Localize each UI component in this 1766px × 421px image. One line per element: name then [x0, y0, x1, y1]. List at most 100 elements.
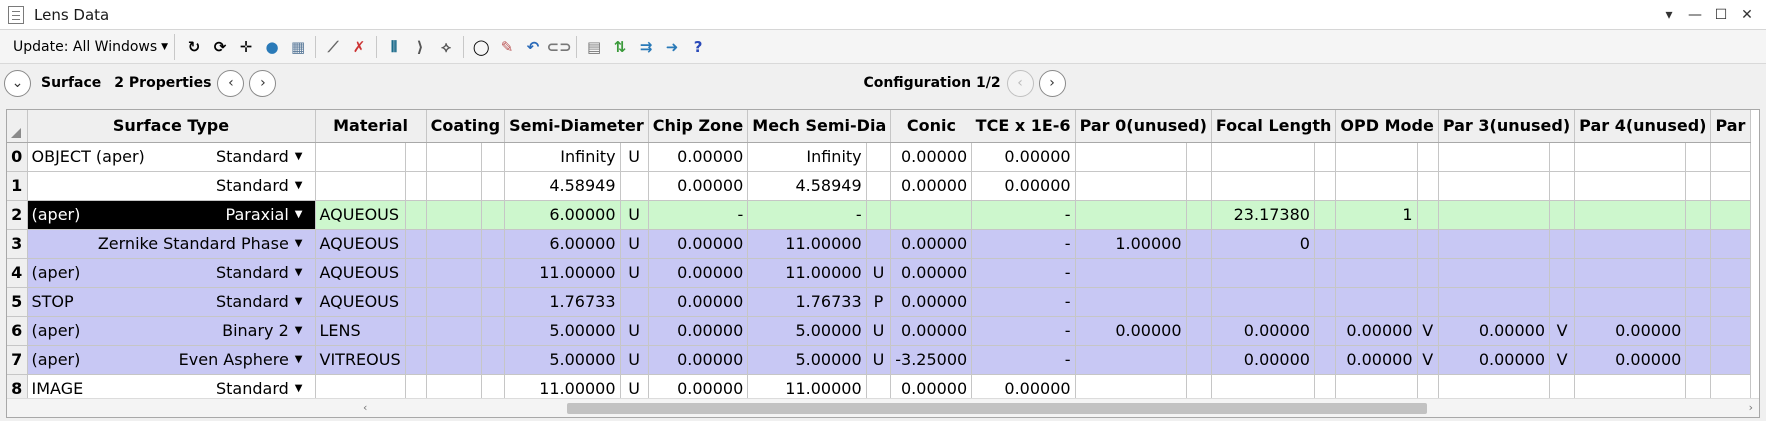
- aperture-icon[interactable]: ◯: [470, 36, 492, 58]
- col-chip-zone[interactable]: Chip Zone: [648, 110, 749, 143]
- solve-cell[interactable]: [1186, 171, 1212, 201]
- cell-p2[interactable]: [1335, 258, 1418, 288]
- solve-cell[interactable]: [1186, 316, 1212, 346]
- cell-mech-f[interactable]: U: [866, 316, 892, 346]
- table-row[interactable]: 7 (aper) Even Asphere ▼ VITREOUS 5.00000 U 0.00…: [7, 345, 1752, 375]
- cell-material[interactable]: [315, 142, 406, 172]
- cell-material[interactable]: LENS: [315, 316, 406, 346]
- solve-cell[interactable]: [426, 171, 482, 201]
- surface-type-value[interactable]: Binary 2: [222, 321, 289, 340]
- collapse-button[interactable]: ⌄: [4, 69, 31, 97]
- cell-conic[interactable]: 0.00000: [890, 142, 973, 172]
- solve-cell[interactable]: [1685, 258, 1712, 288]
- prev-surface-button[interactable]: ‹: [217, 69, 245, 97]
- cell-mech-f[interactable]: [866, 142, 892, 172]
- solve-cell[interactable]: [1314, 258, 1337, 288]
- prism-icon[interactable]: ⟩: [409, 36, 431, 58]
- cell-p0[interactable]: 0.00000: [1075, 316, 1187, 346]
- cell-semi[interactable]: Infinity: [504, 142, 621, 172]
- cell-semi-f[interactable]: U: [620, 345, 649, 375]
- row-number[interactable]: 6: [7, 316, 28, 346]
- table-row[interactable]: 5 STOP Standard ▼ AQUEOUS 1.76733 0.00000 1.767…: [7, 287, 1752, 317]
- cell-p4[interactable]: [1574, 258, 1687, 288]
- solve-cell[interactable]: [481, 171, 506, 201]
- cell-mech-f[interactable]: P: [866, 287, 892, 317]
- refresh-all-icon[interactable]: ⟳: [209, 36, 231, 58]
- solve-cell[interactable]: [405, 229, 427, 259]
- dropdown-arrow-icon[interactable]: ▼: [295, 151, 303, 162]
- cell-p1[interactable]: 0.00000: [1211, 316, 1315, 346]
- row-number[interactable]: 7: [7, 345, 28, 375]
- next-surface-button[interactable]: ›: [249, 69, 277, 97]
- dropdown-arrow-icon[interactable]: ▼: [295, 325, 303, 336]
- cell-mech-f[interactable]: [866, 200, 892, 230]
- cell-tce[interactable]: -: [971, 258, 1076, 288]
- cell-semi[interactable]: 6.00000: [504, 229, 621, 259]
- cell-p3-f[interactable]: [1549, 287, 1576, 317]
- solve-cell[interactable]: [1314, 287, 1337, 317]
- cell-p0[interactable]: [1075, 258, 1187, 288]
- globe-icon[interactable]: ●: [261, 36, 283, 58]
- surface-comment[interactable]: STOP: [32, 292, 74, 311]
- dropdown-arrow-icon[interactable]: ▼: [295, 209, 303, 220]
- toggle-icon[interactable]: ⊂⊃: [547, 36, 572, 58]
- solve-cell[interactable]: [1685, 200, 1712, 230]
- cell-p2[interactable]: [1335, 229, 1418, 259]
- cell-p4[interactable]: [1574, 142, 1687, 172]
- solve-cell[interactable]: [481, 200, 506, 230]
- solve-cell[interactable]: [1314, 171, 1337, 201]
- cell-p2-f[interactable]: [1417, 287, 1439, 317]
- cell-p2-f[interactable]: V: [1417, 345, 1439, 375]
- solve-cell[interactable]: [481, 287, 506, 317]
- cell-p4[interactable]: 0.00000: [1574, 345, 1687, 375]
- cell-p3[interactable]: [1438, 258, 1551, 288]
- surface-type-cell[interactable]: (aper) Standard ▼: [27, 258, 316, 288]
- cell-chip[interactable]: -: [648, 200, 749, 230]
- col-semi-diameter[interactable]: Semi-Diameter: [504, 110, 649, 143]
- layout-icon[interactable]: ▦: [287, 36, 309, 58]
- surface-type-value[interactable]: Standard: [216, 147, 289, 166]
- surface-type-value[interactable]: Paraxial: [226, 205, 289, 224]
- cell-mech[interactable]: Infinity: [747, 142, 867, 172]
- minimize-icon[interactable]: —: [1682, 2, 1708, 28]
- dropdown-arrow-icon[interactable]: ▼: [295, 354, 303, 365]
- prev-config-button[interactable]: ‹: [1006, 69, 1034, 97]
- solve-cell[interactable]: [1685, 142, 1712, 172]
- cell-chip[interactable]: 0.00000: [648, 345, 749, 375]
- cell-p3-f[interactable]: [1549, 229, 1576, 259]
- cell-tce[interactable]: -: [971, 345, 1076, 375]
- cell-p2-f[interactable]: [1417, 142, 1439, 172]
- surface-comment[interactable]: (aper): [32, 321, 81, 340]
- solve-cell[interactable]: [426, 287, 482, 317]
- cell-p1[interactable]: 23.17380: [1211, 200, 1315, 230]
- next-config-button[interactable]: ›: [1038, 69, 1066, 97]
- surface-type-cell[interactable]: Standard ▼: [27, 171, 316, 201]
- solve-cell[interactable]: [1710, 200, 1752, 230]
- cell-p3-f[interactable]: [1549, 171, 1576, 201]
- surface-type-cell[interactable]: Zernike Standard Phase ▼: [27, 229, 316, 259]
- cell-p2[interactable]: 0.00000: [1335, 316, 1418, 346]
- cell-tce[interactable]: -: [971, 200, 1076, 230]
- col-par5[interactable]: Par: [1710, 110, 1752, 143]
- col-focal-length[interactable]: Focal Length: [1211, 110, 1337, 143]
- cell-mech[interactable]: 11.00000: [747, 258, 867, 288]
- cell-semi-f[interactable]: [620, 287, 649, 317]
- update-dropdown[interactable]: Update: All Windows ▼: [13, 33, 176, 60]
- cell-p3[interactable]: 0.00000: [1438, 345, 1551, 375]
- col-par0[interactable]: Par 0(unused): [1075, 110, 1212, 143]
- solve-cell[interactable]: [426, 316, 482, 346]
- cell-mech[interactable]: 1.76733: [747, 287, 867, 317]
- col-mech-semi-dia[interactable]: Mech Semi-Dia: [747, 110, 892, 143]
- solve-cell[interactable]: [1710, 287, 1752, 317]
- cell-semi[interactable]: 5.00000: [504, 345, 621, 375]
- cell-p2[interactable]: 0.00000: [1335, 345, 1418, 375]
- cell-p1[interactable]: 0: [1211, 229, 1315, 259]
- cell-p2-f[interactable]: [1417, 229, 1439, 259]
- solve-cell[interactable]: [481, 316, 506, 346]
- col-conic[interactable]: Conic: [890, 110, 972, 143]
- solve-cell[interactable]: [481, 258, 506, 288]
- row-number[interactable]: 5: [7, 287, 28, 317]
- cell-conic[interactable]: 0.00000: [890, 316, 973, 346]
- cell-p3[interactable]: [1438, 200, 1551, 230]
- col-tce[interactable]: TCE x 1E-6: [971, 110, 1076, 143]
